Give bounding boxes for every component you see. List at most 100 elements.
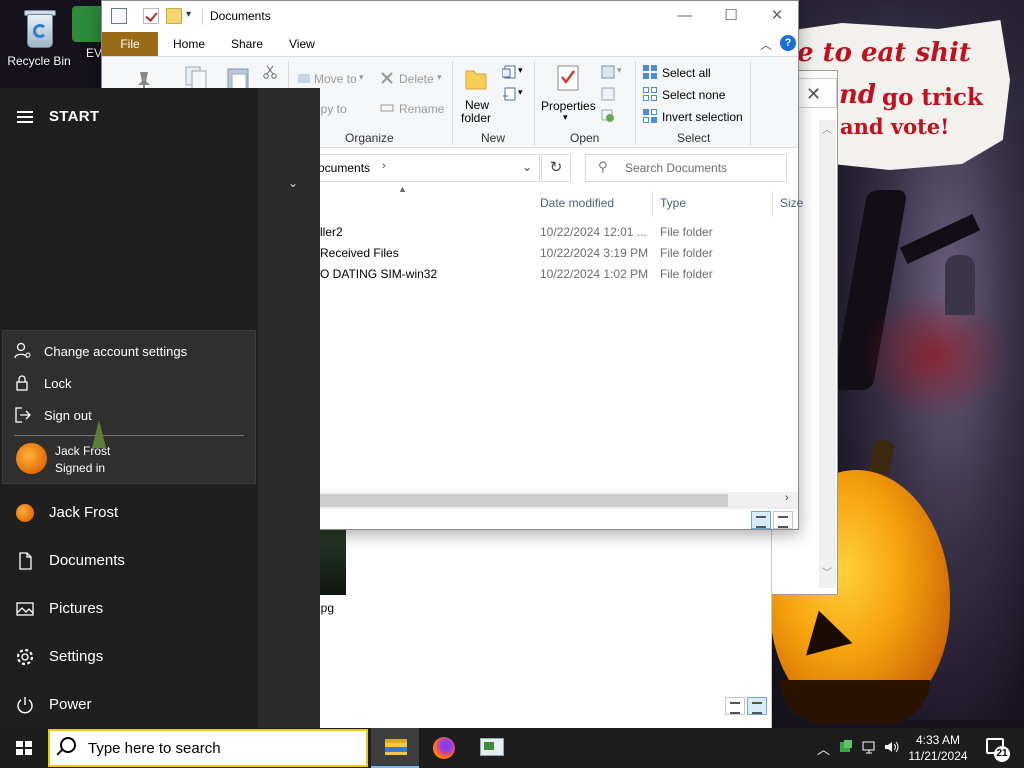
file-label[interactable]: jpg xyxy=(318,601,334,615)
column-divider[interactable] xyxy=(652,191,653,217)
hamburger-menu-icon[interactable] xyxy=(17,111,33,123)
file-type: File folder xyxy=(660,246,713,260)
quick-access-dropdown-icon[interactable]: ▾ xyxy=(186,9,191,20)
start-title[interactable]: START xyxy=(49,108,99,125)
title-bar[interactable]: ▾ Documents — ☐ ✕ xyxy=(102,1,798,32)
rename-button[interactable]: Rename xyxy=(399,102,444,116)
properties-button[interactable]: Properties xyxy=(541,99,596,113)
invert-selection-button[interactable]: Invert selection xyxy=(662,110,743,124)
delete-button[interactable]: Delete xyxy=(399,72,434,86)
tab-file[interactable]: File xyxy=(102,32,158,56)
column-header-date[interactable]: Date modified xyxy=(540,196,614,210)
new-folder-icon[interactable] xyxy=(464,65,488,91)
open-dropdown-icon[interactable]: ▾ xyxy=(617,65,622,76)
column-header-type[interactable]: Type xyxy=(660,196,686,210)
tab-view[interactable]: View xyxy=(276,32,328,56)
address-path[interactable]: ocuments xyxy=(318,161,370,175)
nav-label: Pictures xyxy=(49,600,104,617)
tab-home[interactable]: Home xyxy=(160,32,218,56)
lock-icon xyxy=(16,375,28,391)
new-folder-button-line2[interactable]: folder xyxy=(461,111,491,125)
minimize-button[interactable]: — xyxy=(662,5,708,27)
app-tray-icon[interactable] xyxy=(838,740,854,754)
avatar[interactable] xyxy=(16,443,47,474)
properties-dropdown-icon[interactable]: ▾ xyxy=(563,112,568,123)
easy-access-dropdown-icon[interactable]: ▾ xyxy=(518,87,523,98)
column-divider[interactable] xyxy=(772,191,773,217)
edit-icon[interactable] xyxy=(601,87,615,101)
cut-icon[interactable] xyxy=(263,65,277,79)
large-icons-view-icon[interactable] xyxy=(747,697,767,715)
delete-dropdown-icon[interactable]: ▾ xyxy=(437,72,442,83)
group-label-select: Select xyxy=(677,131,711,145)
divider xyxy=(14,435,244,436)
taskbar: Type here to search ︿ 4:33 AM 11/21/2024… xyxy=(0,728,1024,768)
details-view-icon[interactable] xyxy=(751,511,771,529)
help-icon[interactable]: ? xyxy=(780,35,796,51)
open-icon[interactable] xyxy=(601,65,615,79)
start-nav-pictures[interactable]: Pictures xyxy=(0,586,320,632)
search-placeholder[interactable]: Search Documents xyxy=(625,161,727,175)
search-icon: ⚲ xyxy=(598,159,608,174)
network-icon[interactable] xyxy=(862,740,878,754)
taskbar-firefox[interactable] xyxy=(420,728,468,768)
details-view-icon[interactable] xyxy=(725,697,745,715)
new-item-icon[interactable] xyxy=(502,65,516,79)
collapse-ribbon-icon[interactable]: ︿ xyxy=(760,36,772,53)
start-button[interactable] xyxy=(0,728,48,768)
maximize-button[interactable]: ☐ xyxy=(708,5,754,27)
background-scrollbar[interactable] xyxy=(819,120,836,588)
start-nav-user[interactable]: Jack Frost xyxy=(0,490,320,536)
show-hidden-icons-icon[interactable]: ︿ xyxy=(817,739,830,758)
start-nav-power[interactable]: Power xyxy=(0,682,320,728)
desktop-icon-recycle-bin[interactable]: Recycle Bin xyxy=(1,6,77,68)
properties-icon[interactable] xyxy=(556,65,580,91)
sort-ascending-icon[interactable]: ▲ xyxy=(398,184,407,194)
tab-share[interactable]: Share xyxy=(218,32,276,56)
breadcrumb-chevron-icon[interactable]: › xyxy=(382,160,386,172)
scrollbar-thumb[interactable] xyxy=(320,494,728,507)
taskbar-control-panel[interactable] xyxy=(468,728,516,768)
change-account-settings-item[interactable]: Change account settings xyxy=(14,342,187,360)
start-nav-settings[interactable]: Settings xyxy=(0,634,320,680)
lock-item[interactable]: Lock xyxy=(14,374,71,392)
file-type: File folder xyxy=(660,225,713,239)
sign-out-item[interactable]: Sign out xyxy=(14,406,92,424)
taskbar-file-explorer[interactable] xyxy=(371,728,419,768)
refresh-button[interactable]: ↻ xyxy=(541,154,571,182)
address-history-dropdown-icon[interactable]: ⌄ xyxy=(522,160,532,174)
volume-icon[interactable] xyxy=(884,740,900,754)
new-folder-quick-access-icon[interactable] xyxy=(166,8,182,24)
history-icon[interactable] xyxy=(601,109,615,123)
select-none-button[interactable]: Select none xyxy=(662,88,725,102)
start-nav-documents[interactable]: Documents xyxy=(0,538,320,584)
select-all-button[interactable]: Select all xyxy=(662,66,711,80)
file-name[interactable]: ller2 xyxy=(320,225,343,239)
scroll-down-icon[interactable]: ﹀ xyxy=(822,564,832,579)
folder-icon xyxy=(385,739,407,755)
taskbar-search-placeholder[interactable]: Type here to search xyxy=(88,740,221,757)
close-button[interactable]: ✕ xyxy=(754,5,800,27)
clock-date: 11/21/2024 xyxy=(908,749,968,763)
background-close-icon[interactable]: ✕ xyxy=(806,84,821,105)
clock[interactable]: 4:33 AM 11/21/2024 xyxy=(904,732,972,764)
divider xyxy=(750,61,751,145)
checkmark-quick-access-icon[interactable] xyxy=(143,8,159,24)
file-name[interactable]: O DATING SIM-win32 xyxy=(320,267,437,281)
scroll-up-icon[interactable]: ︿ xyxy=(822,121,832,136)
menu-item-label: Change account settings xyxy=(44,343,188,359)
new-folder-button[interactable]: New xyxy=(465,98,489,112)
move-to-button[interactable]: Move to xyxy=(314,72,357,86)
wallpaper-castle xyxy=(945,255,975,315)
chevron-down-icon[interactable]: ⌄ xyxy=(288,176,298,190)
new-item-dropdown-icon[interactable]: ▾ xyxy=(518,65,523,76)
move-to-dropdown-icon[interactable]: ▾ xyxy=(359,72,364,83)
divider xyxy=(452,61,453,145)
large-icons-view-icon[interactable] xyxy=(773,511,793,529)
scroll-right-icon[interactable]: › xyxy=(785,492,789,504)
column-header-size[interactable]: Size xyxy=(780,196,803,210)
properties-quick-access-icon[interactable] xyxy=(111,8,127,24)
image-thumbnail[interactable] xyxy=(318,530,346,595)
file-name[interactable]: Received Files xyxy=(320,246,399,260)
easy-access-icon[interactable] xyxy=(502,87,516,101)
